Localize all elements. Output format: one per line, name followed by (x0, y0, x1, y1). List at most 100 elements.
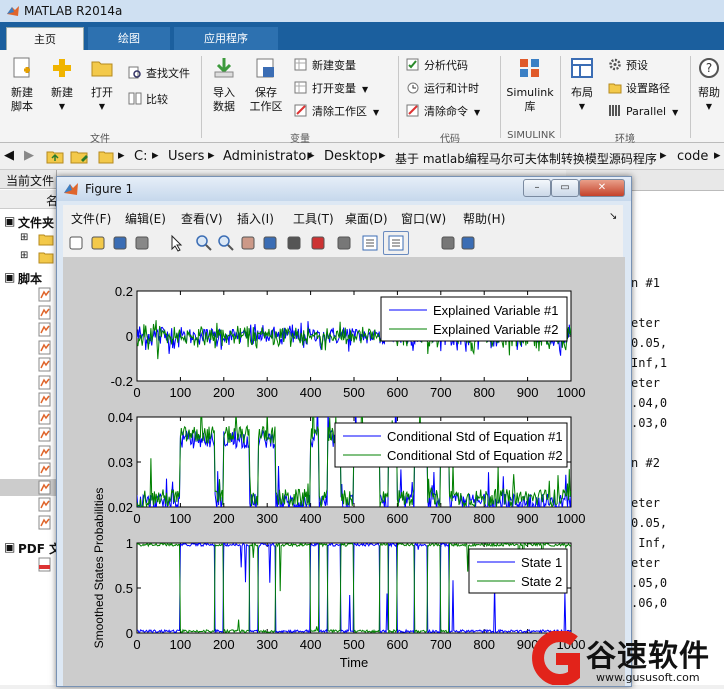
run-and-time-button[interactable]: 运行和计时 (406, 79, 479, 99)
zoom-out-icon[interactable] (217, 234, 235, 252)
path-segment-code[interactable]: code (677, 149, 708, 164)
new-variable-button[interactable]: 新建变量 (294, 56, 356, 76)
legend-entry: Explained Variable #2 (433, 322, 559, 337)
layout-button[interactable]: 布局 ▼ (564, 56, 600, 114)
collapse-toggle[interactable]: ▣ (4, 540, 15, 554)
y-tick-label: 0.2 (115, 284, 133, 299)
set-path-button[interactable]: 设置路径 (608, 79, 670, 99)
compare-button[interactable]: 比较 (128, 90, 168, 110)
figure-menu-item[interactable]: 工具(T) (293, 210, 334, 227)
new-figure-icon[interactable] (67, 234, 85, 252)
figure-menu-item[interactable]: 编辑(E) (125, 210, 166, 227)
path-segment-desktop[interactable]: Desktop (324, 149, 378, 164)
x-tick-label: 500 (343, 385, 365, 400)
figure-menu-item[interactable]: 帮助(H) (463, 210, 505, 227)
layout-label: 布局 (571, 86, 593, 99)
run-and-time-icon (407, 82, 419, 94)
path-segment-users[interactable]: Users (168, 149, 204, 164)
simulink-group-label: SIMULINK (507, 130, 555, 141)
maximize-button[interactable]: ▭ (551, 179, 579, 197)
close-button[interactable]: ✕ (579, 179, 625, 197)
parallel-icon (609, 105, 620, 116)
clear-commands-button[interactable]: 清除命令 ▼ (406, 102, 480, 122)
expand-toggle[interactable]: ⊞ (20, 232, 28, 243)
clear-workspace-button[interactable]: 清除工作区 ▼ (294, 102, 379, 122)
new-script-button[interactable]: 新建 脚本 (4, 56, 40, 114)
brush-icon[interactable] (309, 234, 327, 252)
find-files-button[interactable]: 查找文件 (128, 64, 190, 84)
data-cursor-icon[interactable] (285, 234, 303, 252)
open-button[interactable]: 打开 ▼ (86, 56, 118, 114)
script-file-item[interactable] (0, 426, 56, 443)
script-file-item[interactable] (0, 461, 56, 478)
figure-menu-item[interactable]: 插入(I) (237, 210, 274, 227)
script-file-item[interactable] (0, 444, 56, 461)
y-tick-label: 1 (126, 536, 133, 551)
link-icon[interactable] (335, 234, 353, 252)
script-file-item[interactable] (0, 286, 56, 303)
simulink-label: Simulink 库 (506, 86, 554, 113)
new-script-label: 新建 脚本 (11, 86, 33, 113)
back-arrow-icon[interactable]: ◀ (4, 148, 14, 163)
pdf-file-icon[interactable] (38, 557, 52, 572)
script-file-item[interactable] (0, 339, 56, 356)
script-file-item[interactable] (0, 304, 56, 321)
tab-plots[interactable]: 绘图 (88, 27, 170, 50)
collapse-toggle[interactable]: ▣ (4, 214, 15, 228)
figure-menu-item[interactable]: 桌面(D) (345, 210, 388, 227)
new-button[interactable]: 新建 ▼ (44, 56, 80, 114)
colorbar-icon[interactable] (361, 234, 379, 252)
script-file-item[interactable] (0, 514, 56, 531)
hide-plot-tools-icon[interactable] (439, 234, 457, 252)
y-tick-label: -0.2 (111, 374, 133, 389)
show-plot-tools-icon[interactable] (459, 234, 477, 252)
chevron-down-icon: ▼ (578, 102, 586, 111)
script-file-item[interactable] (0, 478, 56, 496)
save-icon[interactable] (111, 234, 129, 252)
tab-apps[interactable]: 应用程序 (174, 27, 278, 50)
tab-home[interactable]: 主页 (6, 27, 84, 51)
clear-commands-icon (406, 104, 419, 117)
dock-arrow-icon[interactable]: ↘ (609, 211, 617, 222)
simulink-library-button[interactable]: Simulink 库 (504, 56, 556, 114)
ribbon-separator (201, 56, 202, 138)
help-button[interactable]: ? 帮助 ▼ (694, 56, 724, 114)
pan-icon[interactable] (239, 234, 257, 252)
path-segment-administrator[interactable]: Administrator (223, 149, 312, 164)
parallel-button[interactable]: Parallel ▼ (608, 102, 678, 122)
x-tick-label: 200 (213, 637, 235, 652)
zoom-in-icon[interactable] (195, 234, 213, 252)
script-file-item[interactable] (0, 496, 56, 513)
path-segment-project[interactable]: 基于 matlab编程马尔可夫体制转换模型源码程序 (395, 150, 657, 167)
analyze-code-button[interactable]: 分析代码 (406, 56, 468, 76)
x-tick-label: 400 (300, 385, 322, 400)
figure-menu-item[interactable]: 文件(F) (71, 210, 111, 227)
script-file-item[interactable] (0, 356, 56, 373)
open-variable-button[interactable]: 打开变量 ▼ (294, 79, 368, 99)
script-file-item[interactable] (0, 374, 56, 391)
minimize-button[interactable]: – (523, 179, 551, 197)
expand-toggle[interactable]: ⊞ (20, 250, 28, 261)
open-icon[interactable] (89, 234, 107, 252)
preferences-button[interactable]: 预设 (608, 56, 648, 76)
up-folder-icon[interactable] (46, 148, 64, 164)
figure-menu-item[interactable]: 窗口(W) (401, 210, 446, 227)
path-segment-drive[interactable]: C: (134, 149, 147, 164)
script-file-item[interactable] (0, 409, 56, 426)
ribbon-separator (560, 56, 561, 138)
save-workspace-button[interactable]: 保存 工作区 (246, 56, 286, 114)
import-data-button[interactable]: 导入 数据 (208, 56, 240, 114)
script-file-item[interactable] (0, 321, 56, 338)
browse-folder-icon[interactable] (70, 148, 90, 164)
figure-menu-item[interactable]: 查看(V) (181, 210, 223, 227)
print-icon[interactable] (133, 234, 151, 252)
pointer-icon[interactable] (167, 234, 185, 252)
rotate-icon[interactable] (261, 234, 279, 252)
forward-arrow-icon[interactable]: ▶ (24, 148, 34, 163)
collapse-toggle[interactable]: ▣ (4, 270, 15, 284)
script-file-item[interactable] (0, 391, 56, 408)
m-file-icon (38, 515, 51, 529)
open-variable-label: 打开变量 (312, 82, 356, 95)
path-separator: ▸ (152, 148, 159, 163)
path-separator: ▸ (379, 148, 386, 163)
